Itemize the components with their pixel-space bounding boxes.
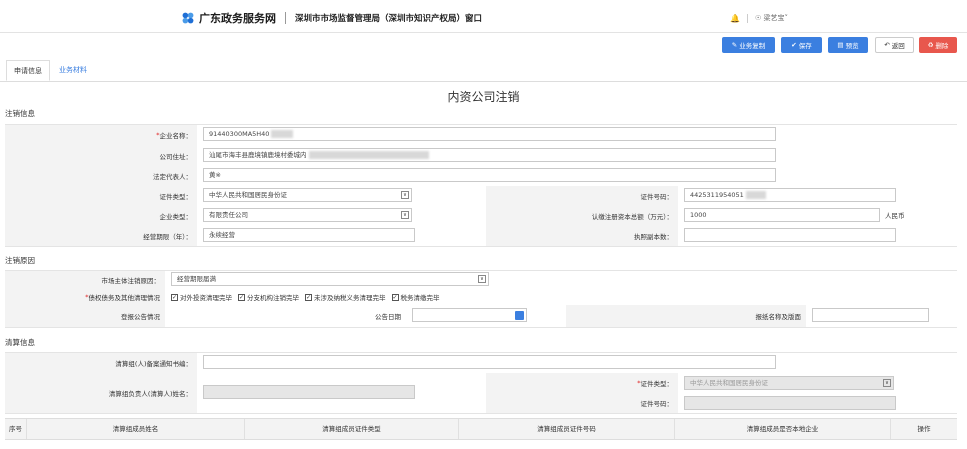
reason-label: 市场主体注销原因： xyxy=(5,270,165,289)
checkbox-tax-settled[interactable]: ✓ 税务清缴完毕 xyxy=(391,292,440,302)
preview-icon: ▤ xyxy=(837,41,844,49)
company-type-label: 企业类型： xyxy=(5,206,197,226)
grid-line xyxy=(5,352,957,353)
checkbox-checked-icon: ✓ xyxy=(391,293,399,301)
section-cancel-reason: 注销原因 xyxy=(5,256,35,265)
delete-button[interactable]: ♻ 删除 xyxy=(919,37,957,53)
edit-icon: ✎ xyxy=(731,41,738,49)
address-label: 公司住址： xyxy=(5,146,197,166)
checkbox-checked-icon: ✓ xyxy=(171,293,178,301)
top-bar: 广东政务服务网 深圳市市场监督管理局（深圳市知识产权局）窗口 🔔 ☉ 梁艺宝˅ xyxy=(0,0,967,33)
brand-name: 广东政务服务网 xyxy=(199,12,276,25)
capital-label: 认缴注册资本总额（万元）： xyxy=(486,206,678,226)
address-input[interactable]: 汕尾市海丰县鹿境镇鹿境村委城内 xyxy=(203,148,776,162)
save-button[interactable]: ✔ 保存 xyxy=(781,37,822,53)
checkbox-tax-obligation-cleared[interactable]: ✓ 未涉及纳税义务清理完毕 xyxy=(305,292,386,302)
chevron-down-icon: ∨ xyxy=(883,379,891,387)
chevron-down-icon: ∨ xyxy=(401,211,409,219)
company-type-select[interactable]: 有限责任公司 ∨ xyxy=(203,208,412,222)
announce-date-input[interactable] xyxy=(412,308,527,322)
section-cancel-info: 注销信息 xyxy=(5,109,35,118)
cert-type-label: 证件类型： xyxy=(5,186,197,206)
debt-checkbox-group: ✓ 对外投资清理完毕 ✓ 分支机构注销完毕 ✓ 未涉及纳税义务清理完毕 ✓ 税务清缴完毕 xyxy=(171,292,446,302)
column-header-member-name: 清算组成员姓名 xyxy=(27,419,245,439)
preview-button[interactable]: ▤ 预览 xyxy=(828,37,868,53)
reason-select[interactable]: 经营期限届满 ∨ xyxy=(171,272,489,286)
tab-bar: 申请信息 业务材料 xyxy=(0,60,967,82)
user-divider xyxy=(746,13,748,23)
grid-line xyxy=(5,124,957,125)
bell-icon[interactable]: 🔔 xyxy=(730,14,740,23)
capital-input[interactable]: 1000 xyxy=(684,208,880,222)
announce-label: 登报公告情况 xyxy=(5,305,165,327)
page-title: 内资公司注销 xyxy=(447,90,520,104)
chevron-down-icon: ∨ xyxy=(401,191,409,199)
business-customize-button[interactable]: ✎ 业务复制 xyxy=(722,37,775,53)
copies-label: 执照副本数： xyxy=(486,226,678,246)
cert-no-input[interactable]: 44253119540​51 xyxy=(684,188,896,202)
capital-unit: 人民币 xyxy=(885,212,905,220)
chevron-down-icon: ˅ xyxy=(784,14,788,22)
column-header-local-enterprise: 清算组成员是否本地企业 xyxy=(675,419,891,439)
cert-no-label: 证件号码： xyxy=(486,186,678,206)
check-icon: ✔ xyxy=(791,41,797,49)
debt-label: * 债权债务及其他清理情况 xyxy=(5,289,165,305)
office-name: 深圳市市场监督管理局（深圳市知识产权局）窗口 xyxy=(295,14,483,24)
user-area: 🔔 ☉ 梁艺宝˅ xyxy=(730,13,788,23)
tab-application-info[interactable]: 申请信息 xyxy=(6,60,50,81)
company-name-input[interactable]: 91440300MA5H40 xyxy=(203,127,776,141)
grid-line xyxy=(5,246,957,247)
term-input[interactable]: 永续经营 xyxy=(203,228,415,242)
leader-label: 清算组负责人(清算人)姓名： xyxy=(5,373,197,413)
grid-line xyxy=(5,270,957,271)
grid-line xyxy=(5,327,957,328)
user-icon: ☉ xyxy=(754,14,762,22)
checkbox-investment-cleared[interactable]: ✓ 对外投资清理完毕 xyxy=(171,292,232,302)
leader-input[interactable] xyxy=(203,385,415,399)
grid-line xyxy=(5,413,957,414)
notice-input[interactable] xyxy=(203,355,776,369)
checkbox-checked-icon: ✓ xyxy=(305,293,312,301)
column-header-cert-type: 清算组成员证件类型 xyxy=(245,419,459,439)
liq-cert-no-label: 证件号码： xyxy=(486,393,678,413)
legal-rep-label: 法定代表人： xyxy=(5,166,197,186)
trash-icon: ♻ xyxy=(927,41,934,49)
notice-label: 清算组(人)备案通知书编： xyxy=(5,352,197,373)
liq-cert-type-label: * 证件类型： xyxy=(486,373,678,393)
checkbox-checked-icon: ✓ xyxy=(238,293,245,301)
announce-date-label: 公告日期 xyxy=(165,305,406,327)
liquidation-members-table-header: 序号 清算组成员姓名 清算组成员证件类型 清算组成员证件号码 清算组成员是否本地… xyxy=(5,418,957,440)
checkbox-branch-cancelled[interactable]: ✓ 分支机构注销完毕 xyxy=(238,292,299,302)
back-button[interactable]: ↶ 返回 xyxy=(875,37,914,53)
tab-business-materials[interactable]: 业务材料 xyxy=(52,60,94,81)
calendar-icon[interactable] xyxy=(515,311,524,320)
cert-type-select[interactable]: 中华人民共和国居民身份证 ∨ xyxy=(203,188,412,202)
user-menu[interactable]: ☉ 梁艺宝˅ xyxy=(755,13,788,23)
column-header-actions: 操作 xyxy=(917,425,931,433)
newspaper-input[interactable] xyxy=(812,308,929,322)
back-arrow-icon: ↶ xyxy=(884,41,890,49)
header-divider xyxy=(285,12,286,24)
copies-input[interactable] xyxy=(684,228,896,242)
section-liquidation: 清算信息 xyxy=(5,338,35,347)
liq-cert-type-select[interactable]: 中华人民共和国居民身份证 ∨ xyxy=(684,376,894,390)
liq-cert-no-input[interactable] xyxy=(684,396,896,410)
term-label: 经营期限（年）： xyxy=(5,226,197,246)
legal-rep-input[interactable]: 黄※ xyxy=(203,168,776,182)
column-header-index: 序号 xyxy=(5,419,27,439)
chevron-down-icon: ∨ xyxy=(478,275,486,283)
guangdong-logo-icon xyxy=(182,12,194,24)
company-name-label: * 企业名称： xyxy=(5,124,197,146)
user-name: 梁艺宝 xyxy=(763,14,785,22)
column-header-cert-no: 清算组成员证件号码 xyxy=(459,419,675,439)
newspaper-label: 报纸名称及版面 xyxy=(566,305,806,327)
site-logo[interactable]: 广东政务服务网 深圳市市场监督管理局（深圳市知识产权局）窗口 xyxy=(181,10,482,26)
